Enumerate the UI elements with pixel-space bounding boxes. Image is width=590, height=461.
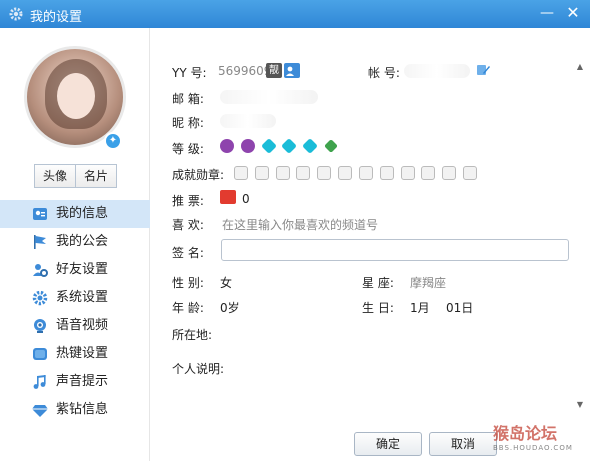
level-label: 等 级: xyxy=(172,142,204,156)
avatar-face xyxy=(57,73,95,119)
sidebar-item-label: 我的公会 xyxy=(56,234,109,249)
scrollbar[interactable]: ▲ ▼ xyxy=(574,62,586,410)
hotkey-icon xyxy=(33,348,47,360)
sidebar-item-my-info[interactable]: 我的信息 xyxy=(0,200,150,228)
edit-icon[interactable] xyxy=(476,63,490,77)
flag-icon xyxy=(34,235,46,249)
bio-label: 个人说明: xyxy=(172,362,225,376)
watermark-text: 猴岛论坛 xyxy=(493,424,558,443)
sidebar-item-label: 好友设置 xyxy=(56,262,109,277)
yy-number-label: YY 号: xyxy=(172,66,207,80)
star-sign-label: 星 座: xyxy=(362,276,394,290)
nickname-value-redacted xyxy=(220,114,276,128)
taurus-medal-icon xyxy=(234,165,248,180)
minimize-icon[interactable]: — xyxy=(536,2,558,24)
sidebar-item-hotkey-settings[interactable]: 热键设置 xyxy=(0,340,150,368)
tab-avatar[interactable]: 头像 xyxy=(34,164,76,188)
capricorn-medal-icon xyxy=(400,165,415,180)
libra-medal-icon xyxy=(338,165,353,180)
account-label: 帐 号: xyxy=(368,66,400,80)
tab-card[interactable]: 名片 xyxy=(75,164,117,188)
sidebar-item-purple-diamond[interactable]: 紫钻信息 xyxy=(0,396,150,424)
email-label: 邮 箱: xyxy=(172,92,204,106)
gender-value: 女 xyxy=(220,276,233,290)
virgo-medal-icon xyxy=(317,165,332,180)
sidebar-item-sound-alerts[interactable]: 声音提示 xyxy=(0,368,150,396)
sidebar-item-label: 紫钻信息 xyxy=(56,402,109,417)
sidebar-item-label: 我的信息 xyxy=(56,206,109,221)
aquarius-medal-icon xyxy=(421,165,436,180)
cancer-medal-icon xyxy=(275,165,290,180)
age-label: 年 龄: xyxy=(172,301,204,315)
blue-diamond-icon xyxy=(302,137,319,154)
medal-label: 成就勋章: xyxy=(172,168,225,182)
settings-gear-icon xyxy=(9,7,23,21)
scorpio-medal-icon xyxy=(358,165,373,180)
title-bar: 我的设置 — ✕ xyxy=(0,0,590,28)
star-sign-value: 摩羯座 xyxy=(410,276,447,290)
sidebar-item-voice-video[interactable]: 语音视频 xyxy=(0,312,150,340)
signature-input[interactable] xyxy=(221,239,569,261)
sidebar-item-system-settings[interactable]: 系统设置 xyxy=(0,284,150,312)
pretty-number-badge: 靓 xyxy=(266,63,282,78)
birthday-label: 生 日: xyxy=(362,301,394,315)
account-value-redacted xyxy=(404,64,470,78)
sidebar-nav: 我的信息 我的公会 好友设置 系统设置 语音视频 热键设置 声音提示 紫钻信息 xyxy=(0,200,150,424)
ok-button[interactable]: 确定 xyxy=(354,432,422,456)
gear-icon xyxy=(32,290,48,306)
level-icons[interactable] xyxy=(220,137,341,154)
contact-card-icon[interactable] xyxy=(284,63,300,78)
birthday-day: 01日 xyxy=(446,301,474,315)
like-label: 喜 欢: xyxy=(172,218,204,232)
email-value-redacted xyxy=(220,90,318,104)
leo-medal-icon xyxy=(296,165,311,180)
signature-label: 签 名: xyxy=(172,246,204,260)
friends-gear-icon xyxy=(33,264,48,277)
music-note-icon xyxy=(33,375,46,389)
yy-number-value: 5699609 xyxy=(218,64,272,78)
cancel-button[interactable]: 取消 xyxy=(429,432,497,456)
location-label: 所在地: xyxy=(172,328,213,342)
sidebar-item-label: 声音提示 xyxy=(56,374,109,389)
profile-card-icon xyxy=(33,208,47,220)
sidebar: ✦ 头像 名片 我的信息 我的公会 好友设置 系统设置 语音视频 热键设置 声音… xyxy=(0,28,150,461)
vote-label: 推 票: xyxy=(172,194,204,208)
green-diamond-icon xyxy=(324,138,339,153)
nickname-label: 昵 称: xyxy=(172,116,204,130)
sidebar-item-label: 系统设置 xyxy=(56,290,109,305)
aries-medal-icon xyxy=(463,165,478,180)
voice-video-icon xyxy=(34,319,46,333)
sidebar-item-friend-settings[interactable]: 好友设置 xyxy=(0,256,150,284)
blue-diamond-icon xyxy=(281,137,298,154)
sidebar-item-label: 语音视频 xyxy=(56,318,109,333)
blue-diamond-icon xyxy=(260,137,277,154)
pisces-medal-icon xyxy=(442,165,457,180)
gemini-medal-icon xyxy=(254,165,269,180)
birthday-month: 1月 xyxy=(410,301,430,315)
sagittarius-medal-icon xyxy=(379,165,394,180)
window-title: 我的设置 xyxy=(30,10,83,25)
purple-moon-icon xyxy=(240,138,255,153)
ticket-icon xyxy=(220,190,236,204)
watermark-sub: BBS.HOUDAO.COM xyxy=(493,444,573,452)
vote-value: 0 xyxy=(242,192,250,206)
favorite-channel-input[interactable]: 在这里输入你最喜欢的频道号 xyxy=(222,216,378,233)
scroll-up-icon[interactable]: ▲ xyxy=(574,62,586,72)
purple-moon-icon xyxy=(220,138,234,153)
sidebar-item-label: 热键设置 xyxy=(56,346,109,361)
close-icon[interactable]: ✕ xyxy=(562,2,584,24)
gender-label: 性 别: xyxy=(172,276,204,290)
scroll-down-icon[interactable]: ▼ xyxy=(574,400,586,410)
sidebar-item-my-guild[interactable]: 我的公会 xyxy=(0,228,150,256)
age-value: 0岁 xyxy=(220,301,240,315)
diamond-icon xyxy=(32,405,48,417)
watermark: 猴岛论坛 BBS.HOUDAO.COM xyxy=(493,420,573,452)
bird-badge-icon: ✦ xyxy=(104,132,122,150)
zodiac-medal-icons[interactable] xyxy=(234,165,480,180)
